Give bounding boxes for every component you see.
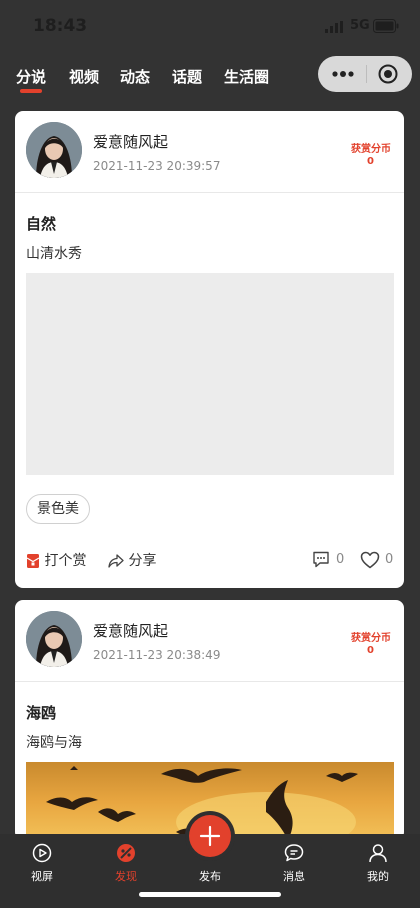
tab-moments[interactable]: 动态: [120, 66, 150, 87]
close-target-icon[interactable]: [378, 64, 398, 84]
share-button[interactable]: 分享: [108, 550, 156, 570]
share-label: 分享: [128, 553, 157, 569]
divider: [15, 681, 404, 682]
post-title: 自然: [26, 215, 57, 233]
nav-item-video[interactable]: 视屏: [0, 834, 84, 908]
reward-label: 获赏分币: [351, 144, 391, 155]
tab-life-circle[interactable]: 生活圈: [224, 66, 269, 87]
tab-topics[interactable]: 话题: [172, 66, 202, 87]
reward-label: 获赏分币: [351, 633, 391, 644]
home-indicator: [139, 892, 281, 897]
reward-value: 0: [367, 645, 374, 656]
miniprogram-capsule: [318, 56, 412, 92]
network-label: 5G: [350, 18, 370, 33]
nav-label: 发现: [115, 870, 137, 883]
share-icon: [108, 554, 124, 568]
avatar-image: [26, 122, 82, 178]
tab-video[interactable]: 视频: [69, 66, 99, 87]
plus-icon: [199, 825, 221, 847]
nav-item-profile[interactable]: 我的: [336, 834, 420, 908]
like-count: 0: [385, 552, 394, 567]
red-packet-icon: [26, 554, 40, 568]
avatar[interactable]: [26, 122, 82, 178]
active-tab-indicator: [20, 89, 42, 93]
tip-button[interactable]: 打个赏: [26, 550, 86, 570]
post-tag[interactable]: 景色美: [26, 494, 90, 524]
tab-fenshuo[interactable]: 分说: [16, 66, 46, 87]
nav-label: 消息: [283, 870, 305, 883]
post-body: 山清水秀: [26, 246, 82, 262]
nav-label: 视屏: [31, 870, 53, 883]
comment-count: 0: [336, 552, 345, 567]
play-circle-icon: [32, 843, 52, 863]
tip-label: 打个赏: [44, 553, 87, 569]
avatar-image: [26, 611, 82, 667]
status-time: 18:43: [33, 16, 88, 36]
author-name[interactable]: 爱意随风起: [93, 131, 168, 152]
battery-icon: [373, 19, 399, 33]
post-card[interactable]: 爱意随风起 2021-11-23 20:39:57 获赏分币 0 自然 山清水秀…: [15, 111, 404, 588]
discover-icon: [117, 844, 135, 862]
capsule-divider: [366, 65, 367, 83]
signal-icon: [325, 21, 343, 33]
heart-icon[interactable]: [360, 551, 380, 569]
divider: [15, 192, 404, 193]
status-bar: 18:43 5G: [0, 0, 420, 56]
more-icon[interactable]: [332, 71, 354, 77]
avatar[interactable]: [26, 611, 82, 667]
publish-button[interactable]: [189, 815, 231, 857]
person-icon: [369, 844, 387, 863]
nav-label: 我的: [367, 870, 389, 883]
reward-value: 0: [367, 156, 374, 167]
post-body: 海鸥与海: [26, 735, 82, 751]
post-card[interactable]: 爱意随风起 2021-11-23 20:38:49 获赏分币 0 海鸥 海鸥与海: [15, 600, 404, 840]
post-image-placeholder[interactable]: [26, 273, 394, 475]
nav-label: 发布: [199, 870, 221, 883]
author-name[interactable]: 爱意随风起: [93, 620, 168, 641]
comment-icon[interactable]: [312, 551, 330, 568]
post-datetime: 2021-11-23 20:38:49: [93, 648, 221, 662]
post-datetime: 2021-11-23 20:39:57: [93, 159, 221, 173]
chat-bubble-icon: [284, 844, 304, 862]
post-title: 海鸥: [26, 704, 57, 722]
